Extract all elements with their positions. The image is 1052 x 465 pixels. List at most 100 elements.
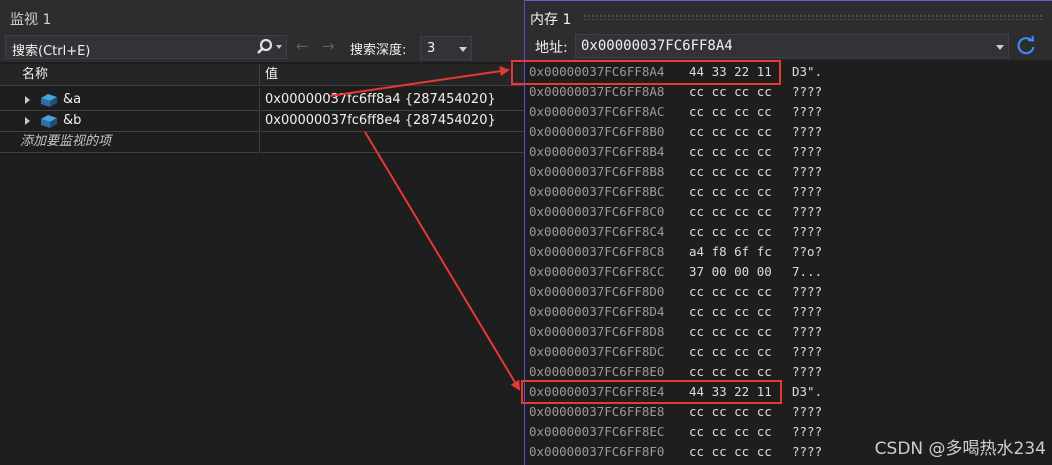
memory-row[interactable]: 0x00000037FC6FF8DC cc cc cc cc???? (525, 342, 1045, 362)
column-header-value[interactable]: 值 (261, 64, 524, 86)
memory-row[interactable]: 0x00000037FC6FF8C8 a4 f8 6f fc ??o? (525, 242, 1045, 262)
forward-arrow-icon[interactable]: → (322, 37, 335, 55)
memory-row-bytes[interactable]: cc cc cc cc (689, 342, 772, 362)
memory-row[interactable]: 0x00000037FC6FF8D4 cc cc cc cc???? (525, 302, 1045, 322)
memory-row[interactable]: 0x00000037FC6FF8B0 cc cc cc cc???? (525, 122, 1045, 142)
watch-row-value-cell[interactable]: 0x00000037fc6ff8e4 {287454020} (261, 110, 524, 132)
back-arrow-icon[interactable]: ← (296, 37, 309, 55)
memory-row-text: ???? (792, 404, 823, 419)
memory-row[interactable]: 0x00000037FC6FF8C0 cc cc cc cc???? (525, 202, 1045, 222)
watch-title: 监视 1 (10, 12, 52, 28)
memory-row-bytes[interactable]: cc cc cc cc (689, 442, 772, 462)
memory-row-text: ???? (792, 304, 823, 319)
search-depth-value: 3 (427, 41, 436, 56)
memory-row-text: ??o? (792, 244, 823, 259)
memory-row-address: 0x00000037FC6FF8AC (529, 104, 665, 119)
address-value: 0x00000037FC6FF8A4 (581, 38, 733, 54)
memory-row-address: 0x00000037FC6FF8C0 (529, 204, 665, 219)
add-watch-value-cell (261, 131, 524, 153)
watch-row-name: &a (63, 92, 82, 107)
add-watch-row[interactable]: 添加要监视的项 (0, 131, 524, 153)
add-watch-cell[interactable]: 添加要监视的项 (0, 131, 260, 153)
memory-row[interactable]: 0x00000037FC6FF8D8 cc cc cc cc???? (525, 322, 1045, 342)
memory-row[interactable]: 0x00000037FC6FF8E0 cc cc cc cc???? (525, 362, 1045, 382)
memory-row-address: 0x00000037FC6FF8BC (529, 184, 665, 199)
memory-row-text: ???? (792, 284, 823, 299)
memory-row[interactable]: 0x00000037FC6FF8C4 cc cc cc cc???? (525, 222, 1045, 242)
watch-row-value-cell[interactable]: 0x00000037fc6ff8a4 {287454020} (261, 89, 524, 111)
memory-row-text: 7... (792, 264, 823, 279)
title-bar-grip[interactable] (583, 14, 1043, 20)
search-input[interactable]: 搜索(Ctrl+E) (5, 35, 287, 59)
memory-row-bytes[interactable]: cc cc cc cc (689, 82, 772, 102)
memory-row[interactable]: 0x00000037FC6FF8BC cc cc cc cc???? (525, 182, 1045, 202)
search-depth-select[interactable]: 3 (420, 36, 472, 60)
memory-row-text: D3". (792, 384, 823, 399)
refresh-icon[interactable] (1015, 35, 1037, 57)
highlight-box-a (511, 60, 781, 85)
memory-row-bytes[interactable]: cc cc cc cc (689, 322, 772, 342)
watch-row[interactable]: &b 0x00000037fc6ff8e4 {287454020} (0, 110, 524, 132)
search-dropdown-icon[interactable] (276, 45, 282, 49)
memory-row-text: ???? (792, 424, 823, 439)
address-input[interactable]: 0x00000037FC6FF8A4 (575, 34, 1009, 58)
variable-icon (41, 115, 57, 128)
column-header-name-label: 名称 (22, 67, 49, 82)
column-header-name[interactable]: 名称 (0, 64, 260, 86)
watch-row-name: &b (63, 113, 82, 128)
memory-row-text: ???? (792, 144, 823, 159)
watch-toolbar: 搜索(Ctrl+E) ← → 搜索深度: 3 (0, 34, 524, 62)
memory-row-address: 0x00000037FC6FF8DC (529, 344, 665, 359)
memory-row-address: 0x00000037FC6FF8B0 (529, 124, 665, 139)
watermark: CSDN @多喝热水234 (874, 439, 1046, 459)
memory-row-bytes[interactable]: cc cc cc cc (689, 142, 772, 162)
memory-row-address: 0x00000037FC6FF8E8 (529, 404, 665, 419)
watch-row-name-cell: &a (0, 89, 260, 111)
memory-title: 内存 1 (530, 12, 572, 28)
watch-row-name-cell: &b (0, 110, 260, 132)
memory-row-address: 0x00000037FC6FF8C8 (529, 244, 665, 259)
memory-row-bytes[interactable]: cc cc cc cc (689, 182, 772, 202)
memory-row-bytes[interactable]: cc cc cc cc (689, 102, 772, 122)
memory-row-text: ???? (792, 164, 823, 179)
memory-row-bytes[interactable]: cc cc cc cc (689, 302, 772, 322)
memory-row-bytes[interactable]: cc cc cc cc (689, 362, 772, 382)
memory-title-bar: 内存 1 (525, 0, 1052, 32)
highlight-box-b (521, 380, 782, 404)
memory-row-bytes[interactable]: cc cc cc cc (689, 122, 772, 142)
memory-row[interactable]: 0x00000037FC6FF8B4 cc cc cc cc???? (525, 142, 1045, 162)
watch-row[interactable]: &a 0x00000037fc6ff8a4 {287454020} (0, 89, 524, 111)
memory-row-text: ???? (792, 104, 823, 119)
chevron-down-icon[interactable] (996, 45, 1004, 50)
memory-row-bytes[interactable]: a4 f8 6f fc (689, 242, 772, 262)
memory-row-address: 0x00000037FC6FF8D8 (529, 324, 665, 339)
memory-row[interactable]: 0x00000037FC6FF8CC 37 00 00 00 7... (525, 262, 1045, 282)
memory-row[interactable]: 0x00000037FC6FF8AC cc cc cc cc???? (525, 102, 1045, 122)
memory-row-text: ???? (792, 344, 823, 359)
memory-row-bytes[interactable]: cc cc cc cc (689, 202, 772, 222)
search-depth-label: 搜索深度: (350, 43, 407, 58)
memory-address-bar: 地址: 0x00000037FC6FF8A4 (525, 32, 1052, 60)
chevron-down-icon (459, 47, 467, 52)
memory-row-address: 0x00000037FC6FF8F0 (529, 444, 665, 459)
watch-row-value: 0x00000037fc6ff8a4 {287454020} (265, 92, 496, 107)
expand-arrow-icon[interactable] (25, 117, 30, 125)
memory-row-text: ???? (792, 184, 823, 199)
memory-row[interactable]: 0x00000037FC6FF8E8 cc cc cc cc???? (525, 402, 1045, 422)
memory-row-bytes[interactable]: cc cc cc cc (689, 402, 772, 422)
memory-row-bytes[interactable]: cc cc cc cc (689, 422, 772, 442)
memory-row[interactable]: 0x00000037FC6FF8D0 cc cc cc cc???? (525, 282, 1045, 302)
memory-row-bytes[interactable]: 37 00 00 00 (689, 262, 772, 282)
memory-row-address: 0x00000037FC6FF8D0 (529, 284, 665, 299)
memory-row-bytes[interactable]: cc cc cc cc (689, 282, 772, 302)
memory-row[interactable]: 0x00000037FC6FF8A8 cc cc cc cc???? (525, 82, 1045, 102)
expand-arrow-icon[interactable] (25, 96, 30, 104)
search-icon[interactable] (255, 37, 275, 57)
memory-row-bytes[interactable]: cc cc cc cc (689, 162, 772, 182)
memory-row[interactable]: 0x00000037FC6FF8B8 cc cc cc cc???? (525, 162, 1045, 182)
memory-row-bytes[interactable]: cc cc cc cc (689, 222, 772, 242)
memory-row-address: 0x00000037FC6FF8A8 (529, 84, 665, 99)
memory-row-text: ???? (792, 204, 823, 219)
memory-row-text: D3". (792, 64, 823, 79)
memory-row-address: 0x00000037FC6FF8E0 (529, 364, 665, 379)
